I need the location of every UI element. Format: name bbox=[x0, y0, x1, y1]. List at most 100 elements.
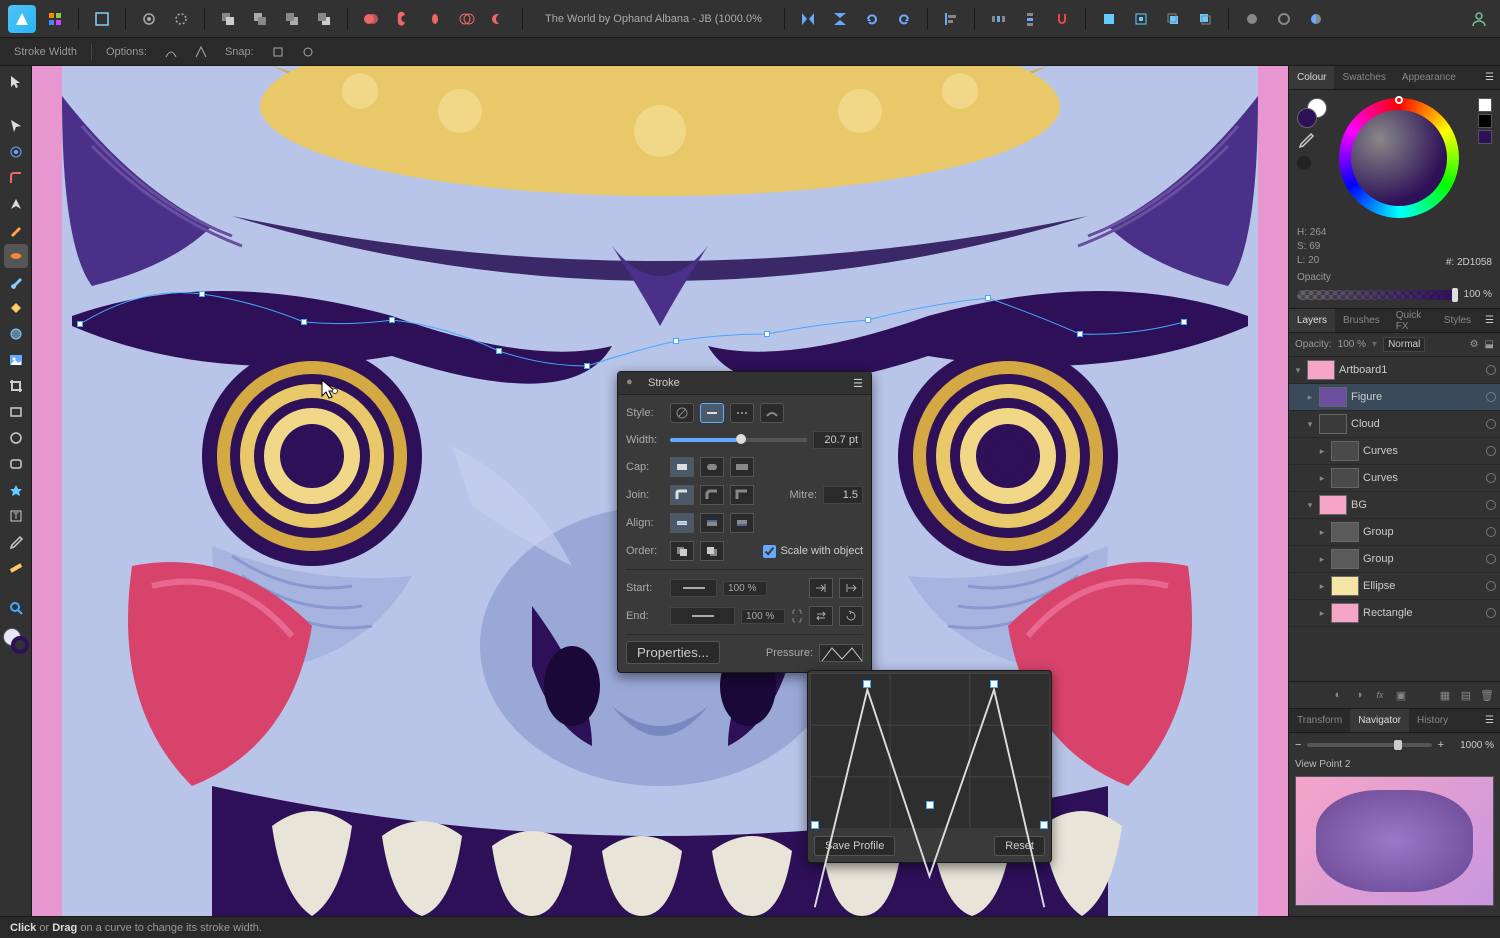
selection-node[interactable] bbox=[199, 291, 205, 297]
zoom-tool[interactable] bbox=[4, 596, 28, 620]
rectangle-tool[interactable] bbox=[4, 400, 28, 424]
selection-node[interactable] bbox=[77, 321, 83, 327]
tab-navigator[interactable]: Navigator bbox=[1350, 709, 1409, 732]
style-none-button[interactable] bbox=[670, 403, 694, 423]
text-tool[interactable]: T bbox=[4, 504, 28, 528]
selection-node[interactable] bbox=[673, 338, 679, 344]
layer-row[interactable]: ▾BG bbox=[1289, 492, 1500, 519]
visibility-toggle[interactable] bbox=[1486, 608, 1496, 618]
ellipse-tool[interactable] bbox=[4, 426, 28, 450]
shape-tool[interactable] bbox=[4, 478, 28, 502]
join-mitre-button[interactable] bbox=[730, 485, 754, 505]
tab-layers[interactable]: Layers bbox=[1289, 309, 1335, 332]
brush-tool[interactable] bbox=[4, 270, 28, 294]
mask-layer-icon[interactable]: ◐ bbox=[1329, 686, 1347, 704]
chevron-icon[interactable]: ▾ bbox=[1305, 500, 1315, 511]
visibility-toggle[interactable] bbox=[1486, 527, 1496, 537]
navigator-preview[interactable] bbox=[1295, 776, 1494, 906]
selection-node[interactable] bbox=[584, 363, 590, 369]
insert-behind-icon[interactable] bbox=[1160, 6, 1186, 32]
selection-node[interactable] bbox=[389, 317, 395, 323]
visibility-toggle[interactable] bbox=[1486, 419, 1496, 429]
layer-row[interactable]: ▸Curves bbox=[1289, 438, 1500, 465]
layer-row[interactable]: ▸Curves bbox=[1289, 465, 1500, 492]
chevron-icon[interactable]: ▾ bbox=[1293, 365, 1303, 376]
snap-1-icon[interactable] bbox=[268, 42, 288, 62]
fill-stroke-indicator[interactable] bbox=[3, 628, 29, 654]
tab-brushes[interactable]: Brushes bbox=[1335, 309, 1388, 332]
layer-row[interactable]: ▾Artboard1 bbox=[1289, 357, 1500, 384]
order-front-button[interactable] bbox=[700, 541, 724, 561]
snap-2-icon[interactable] bbox=[298, 42, 318, 62]
colour-wheel[interactable] bbox=[1339, 98, 1459, 218]
align-inside-button[interactable] bbox=[700, 513, 724, 533]
layer-row[interactable]: ▸Rectangle bbox=[1289, 600, 1500, 627]
flip-horizontal-icon[interactable] bbox=[795, 6, 821, 32]
style-dash-button[interactable] bbox=[730, 403, 754, 423]
visibility-toggle[interactable] bbox=[1486, 500, 1496, 510]
preferences-icon[interactable] bbox=[136, 6, 162, 32]
tab-quickfx[interactable]: Quick FX bbox=[1388, 309, 1436, 332]
swatch-current[interactable] bbox=[1478, 130, 1492, 144]
fx-layer-icon[interactable]: fx bbox=[1371, 686, 1389, 704]
canvas[interactable]: ● Stroke ☰ Style: Width: 20.7 pt bbox=[32, 66, 1288, 916]
rotate-cw-icon[interactable] bbox=[891, 6, 917, 32]
navigator-panel-menu-icon[interactable]: ☰ bbox=[1479, 715, 1500, 726]
swap-arrows-button[interactable] bbox=[809, 606, 833, 626]
chevron-icon[interactable]: ▸ bbox=[1317, 554, 1327, 565]
link-icon[interactable] bbox=[791, 606, 803, 626]
join-bevel-button[interactable] bbox=[700, 485, 724, 505]
pressure-node[interactable] bbox=[926, 801, 934, 809]
style-solid-button[interactable] bbox=[700, 403, 724, 423]
flip-vertical-icon[interactable] bbox=[827, 6, 853, 32]
panel-close-icon[interactable]: ● bbox=[626, 376, 640, 390]
visibility-toggle[interactable] bbox=[1486, 473, 1496, 483]
layer-lock-icon[interactable]: ⬓ bbox=[1485, 339, 1494, 350]
opacity-value[interactable]: 100 % bbox=[1464, 289, 1492, 300]
adjustment-layer-icon[interactable]: ◑ bbox=[1350, 686, 1368, 704]
pressure-node[interactable] bbox=[863, 680, 871, 688]
resource-manager-icon[interactable] bbox=[1303, 6, 1329, 32]
selection-node[interactable] bbox=[865, 317, 871, 323]
tab-appearance[interactable]: Appearance bbox=[1394, 66, 1464, 89]
place-image-tool[interactable] bbox=[4, 348, 28, 372]
crop-tool[interactable] bbox=[4, 374, 28, 398]
colour-panel-menu-icon[interactable]: ☰ bbox=[1479, 72, 1500, 83]
panel-menu-icon[interactable]: ☰ bbox=[853, 377, 863, 390]
chevron-icon[interactable]: ▾ bbox=[1305, 419, 1315, 430]
selection-node[interactable] bbox=[496, 348, 502, 354]
opacity-slider[interactable] bbox=[1297, 290, 1458, 300]
visibility-toggle[interactable] bbox=[1486, 365, 1496, 375]
option-1-icon[interactable] bbox=[161, 42, 181, 62]
pressure-node[interactable] bbox=[1040, 821, 1048, 829]
reverse-button[interactable] bbox=[839, 606, 863, 626]
layer-row[interactable]: ▸Figure bbox=[1289, 384, 1500, 411]
zoom-slider[interactable] bbox=[1307, 743, 1431, 747]
zoom-in-icon[interactable]: + bbox=[1438, 739, 1444, 751]
start-arrow-select[interactable] bbox=[670, 579, 717, 597]
insert-inside-icon[interactable] bbox=[1128, 6, 1154, 32]
arrow-place-end-button[interactable] bbox=[809, 578, 833, 598]
chevron-icon[interactable]: ▸ bbox=[1317, 473, 1327, 484]
blend-mode-select[interactable]: Normal bbox=[1383, 337, 1425, 352]
layer-row[interactable]: ▾Cloud bbox=[1289, 411, 1500, 438]
swatch-white[interactable] bbox=[1478, 98, 1492, 112]
align-left-icon[interactable] bbox=[938, 6, 964, 32]
arrange-back-icon[interactable] bbox=[215, 6, 241, 32]
tab-styles[interactable]: Styles bbox=[1436, 309, 1479, 332]
align-center-button[interactable] bbox=[670, 513, 694, 533]
zoom-out-icon[interactable]: − bbox=[1295, 739, 1301, 751]
ruler-icon[interactable] bbox=[4, 556, 28, 580]
pressure-curve-preview[interactable] bbox=[819, 644, 863, 662]
boolean-subtract-icon[interactable] bbox=[390, 6, 416, 32]
join-round-button[interactable] bbox=[670, 485, 694, 505]
document-setup-icon[interactable] bbox=[168, 6, 194, 32]
layer-gear-icon[interactable]: ⚙ bbox=[1470, 339, 1479, 350]
crop-layer-icon[interactable]: ▣ bbox=[1392, 686, 1410, 704]
distribute-h-icon[interactable] bbox=[985, 6, 1011, 32]
layer-row[interactable]: ▸Group bbox=[1289, 519, 1500, 546]
layers-list[interactable]: ▾Artboard1▸Figure▾Cloud▸Curves▸Curves▾BG… bbox=[1289, 357, 1500, 681]
width-tool[interactable] bbox=[4, 244, 28, 268]
selection-node[interactable] bbox=[301, 319, 307, 325]
contour-tool[interactable] bbox=[4, 140, 28, 164]
